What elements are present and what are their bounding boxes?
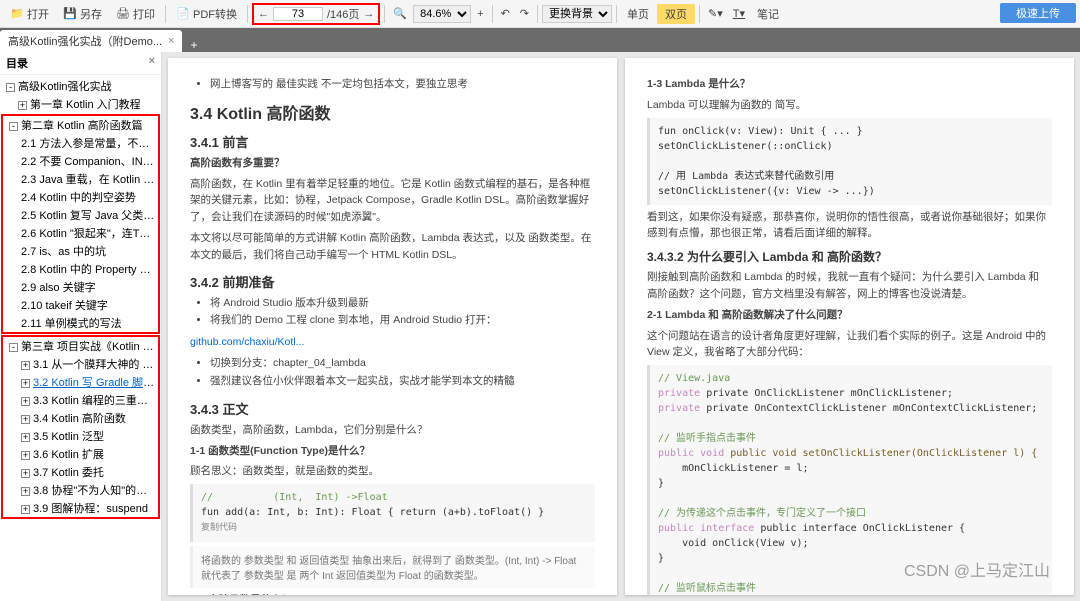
tab-title: 高级Kotlin强化实战（附Demo...	[8, 33, 162, 49]
tree-item[interactable]: 2.5 Kotlin 复写 Java 父类中的方法	[3, 206, 158, 224]
rotate-right-icon[interactable]: ↷	[516, 7, 533, 20]
paragraph: 看到这，如果你没有疑惑，那恭喜你，说明你的悟性很高，或者说你基础很好；如果你感到…	[647, 209, 1052, 243]
tree-item[interactable]: 2.9 also 关键字	[3, 278, 158, 296]
paragraph: 本文将以尽可能简单的方式讲解 Kotlin 高阶函数，Lambda 表达式，以及…	[190, 230, 595, 264]
tab[interactable]: 高级Kotlin强化实战（附Demo... ×	[0, 30, 182, 52]
tree-root[interactable]: -高级Kotlin强化实战	[0, 77, 161, 95]
bold-text: 1-2 高阶函数是什么？	[190, 594, 292, 595]
page-right: 1-3 Lambda 是什么？ Lambda 可以理解为函数的 简写。 fun …	[625, 58, 1074, 595]
sidebar-close-icon[interactable]: ×	[149, 55, 155, 71]
list-item: 将 Android Studio 版本升级到最新	[210, 295, 595, 313]
paragraph: Lambda 可以理解为函数的 简写。	[647, 97, 1052, 114]
open-button[interactable]: 📁打开	[4, 4, 55, 24]
tree-ch2-head[interactable]: -第二章 Kotlin 高阶函数篇	[3, 116, 158, 134]
heading-h3: 3.4.2 前期准备	[190, 272, 595, 291]
link[interactable]: github.com/chaxiu/Kotl...	[190, 336, 304, 348]
list-item: 切换到分支：chapter_04_lambda	[210, 355, 595, 373]
tree-item[interactable]: +3.6 Kotlin 扩展	[3, 445, 158, 463]
tree-item[interactable]: 2.6 Kotlin "狠起来"，连TODO都不放过！	[3, 224, 158, 242]
paragraph: 这个问题站在语言的设计者角度更好理解，让我们看个实际的例子。这是 Android…	[647, 328, 1052, 362]
highlight-icon[interactable]: ✎▾	[704, 7, 727, 20]
tree-item[interactable]: 2.1 方法入参是常量，不可修改	[3, 134, 158, 152]
note-button[interactable]: 笔记	[751, 4, 785, 24]
tree-item[interactable]: +3.4 Kotlin 高阶函数	[3, 409, 158, 427]
tree-item[interactable]: 2.8 Kotlin 中的 Property 的理解	[3, 260, 158, 278]
close-icon[interactable]: ×	[168, 35, 174, 47]
tree-item[interactable]: +3.9 图解协程：suspend	[3, 499, 158, 517]
code-block: // (Int, Int) ->Float fun add(a: Int, b:…	[190, 484, 595, 542]
bullet: 网上博客写的 最佳实践 不一定均包括本文，要独立思考	[210, 76, 595, 94]
next-page-icon[interactable]: →	[363, 8, 374, 20]
rotate-left-icon[interactable]: ↶	[497, 7, 514, 20]
paragraph: 顾名思义：函数类型，就是函数的类型。	[190, 463, 595, 480]
heading-h3: 3.4.1 前言	[190, 132, 595, 151]
tree-item[interactable]: 2.3 Java 重载，在 Kotlin 中怎么巧妙过渡	[3, 170, 158, 188]
save-icon: 💾	[63, 7, 77, 21]
bold-text: 1-1 函数类型(Function Type)是什么？	[190, 445, 370, 457]
print-button[interactable]: 🖨打印	[110, 4, 161, 24]
save-button[interactable]: 💾另存	[57, 4, 108, 24]
tree-item[interactable]: 2.2 不要 Companion、INSTANCE?	[3, 152, 158, 170]
list-item: 强烈建议各位小伙伴跟着本文一起实战，实战才能学到本文的精髓	[210, 373, 595, 391]
tree-ch3-head[interactable]: -第三章 项目实战《Kotlin Jetpack 实战》	[3, 337, 158, 355]
tree-item[interactable]: 2.11 单例模式的写法	[3, 314, 158, 332]
pdf-convert-button[interactable]: 📄PDF转换	[170, 4, 243, 24]
bold-text: 2-1 Lambda 和 高阶函数解决了什么问题？	[647, 309, 848, 321]
dual-page-button[interactable]: 双页	[657, 4, 695, 24]
page-left: 网上博客写的 最佳实践 不一定均包括本文，要独立思考 3.4 Kotlin 高阶…	[168, 58, 617, 595]
zoom-in-icon[interactable]: +	[473, 8, 487, 20]
tree-item[interactable]: +3.5 Kotlin 泛型	[3, 427, 158, 445]
code-block: fun onClick(v: View): Unit { ... } setOn…	[647, 118, 1052, 205]
bg-select[interactable]: 更换背景	[542, 5, 612, 23]
paragraph: 刚接触到高阶函数和 Lambda 的时候，我就一直有个疑问：为什么要引入 Lam…	[647, 269, 1052, 303]
tree-ch1[interactable]: +第一章 Kotlin 入门教程	[0, 95, 161, 113]
upload-button[interactable]: 极速上传	[1000, 3, 1076, 23]
prev-page-icon[interactable]: ←	[258, 8, 269, 20]
heading-h4: 3.4.3.2 为什么要引入 Lambda 和 高阶函数？	[647, 248, 1052, 265]
heading-h3: 3.4.3 正文	[190, 399, 595, 418]
sidebar-title: 目录	[6, 55, 28, 71]
tree-item[interactable]: +3.3 Kotlin 编程的三重境界	[3, 391, 158, 409]
tab-bar: 高级Kotlin强化实战（附Demo... × +	[0, 28, 1080, 52]
note-block: 将函数的 参数类型 和 返回值类型 抽象出来后，就得到了 函数类型。(Int, …	[190, 546, 595, 588]
single-page-button[interactable]: 单页	[621, 4, 655, 24]
bold-text: 1-3 Lambda 是什么？	[647, 78, 750, 90]
tree-item[interactable]: +3.8 协程"不为人知"的调试技巧	[3, 481, 158, 499]
list-item: 将我们的 Demo 工程 clone 到本地，用 Android Studio …	[210, 312, 595, 330]
zoom-select[interactable]: 84.6%	[413, 5, 471, 23]
page-nav: ← /146页 →	[252, 3, 380, 25]
code-block: // View.java private private OnClickList…	[647, 365, 1052, 595]
folder-icon: 📁	[10, 7, 24, 21]
tree-item[interactable]: +3.7 Kotlin 委托	[3, 463, 158, 481]
print-icon: 🖨	[116, 7, 130, 21]
tree-item[interactable]: 2.10 takeif 关键字	[3, 296, 158, 314]
page-input[interactable]	[273, 7, 323, 21]
tree-item[interactable]: 2.4 Kotlin 中的判空姿势	[3, 188, 158, 206]
content: 网上博客写的 最佳实践 不一定均包括本文，要独立思考 3.4 Kotlin 高阶…	[162, 52, 1080, 601]
zoom-out-icon[interactable]: 🔍	[389, 7, 411, 20]
sidebar: 目录 × -高级Kotlin强化实战 +第一章 Kotlin 入门教程 -第二章…	[0, 52, 162, 601]
tab-add-icon[interactable]: +	[182, 38, 205, 52]
pdf-icon: 📄	[176, 7, 190, 21]
tree-item[interactable]: +3.1 从一个膜拜大神的 Demo 开始	[3, 355, 158, 373]
heading-h2: 3.4 Kotlin 高阶函数	[190, 100, 595, 124]
tree-item[interactable]: +3.2 Kotlin 写 Gradle 脚本是一种什么体验	[3, 373, 158, 391]
outline-tree: -高级Kotlin强化实战 +第一章 Kotlin 入门教程 -第二章 Kotl…	[0, 75, 161, 522]
text-icon[interactable]: T▾	[729, 7, 749, 20]
bold-text: 高阶函数有多重要？	[190, 157, 285, 169]
paragraph: 函数类型，高阶函数，Lambda，它们分别是什么？	[190, 422, 595, 439]
tree-item[interactable]: 2.7 is、as 中的坑	[3, 242, 158, 260]
toolbar: 📁打开 💾另存 🖨打印 📄PDF转换 ← /146页 → 🔍 84.6% + ↶…	[0, 0, 1080, 28]
paragraph: 高阶函数，在 Kotlin 里有着举足轻重的地位。它是 Kotlin 函数式编程…	[190, 176, 595, 226]
page-total: /146页	[327, 6, 359, 22]
